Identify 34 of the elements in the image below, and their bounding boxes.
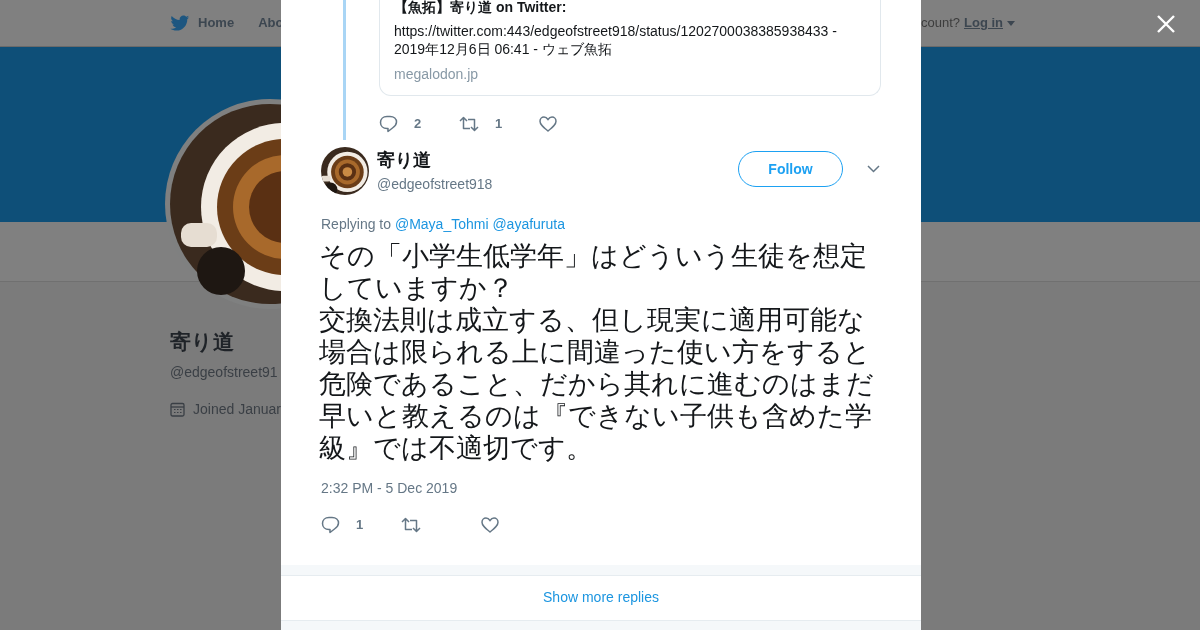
retweet-icon[interactable]: [459, 115, 479, 132]
caret-icon: [1007, 20, 1015, 26]
chevron-down-icon[interactable]: [867, 165, 880, 173]
card-domain: megalodon.jp: [394, 65, 480, 84]
mention-link[interactable]: @Maya_Tohmi: [394, 216, 489, 232]
link-card[interactable]: 【魚拓】寄り道 on Twitter: https://twitter.com:443/edgeofstreet918/status/1202700038385938433 - 2019年12月6日 06:41 - ウェブ魚拓 megalodon.jp: [379, 0, 881, 96]
nav-link[interactable]: Home: [170, 13, 235, 33]
user-name[interactable]: 寄り道: [377, 147, 493, 174]
joined-date: Joined Januar: [193, 399, 281, 419]
retweet-icon[interactable]: [401, 516, 421, 533]
heart-icon[interactable]: [481, 516, 499, 533]
mention-link[interactable]: @ayafuruta: [492, 216, 565, 232]
action-count: 1: [356, 516, 364, 534]
action-count: 2: [414, 115, 422, 133]
card-description: https://twitter.com:443/edgeofstreet918/status/1202700038385938433 - 2019年12月6日 06:41 - ウェブ魚拓: [394, 22, 838, 58]
reply-icon[interactable]: [321, 515, 340, 534]
login-link[interactable]: Log in: [964, 13, 1015, 33]
close-icon[interactable]: [1156, 14, 1176, 34]
profile-name: 寄り道: [170, 329, 234, 355]
tweet-text: その「小学生低学年」はどういう生徒を想定していますか？: [319, 240, 868, 304]
tweet-text: 交換法則は成立する、但し現実に適用可能な場合は限られる上に間違った使い方をすると危険であること、だから其れに進むのはまだ早いと教えるのは『できない子供も含めた学級』では不適切です。: [319, 304, 875, 464]
show-more-replies-button[interactable]: Show more replies: [281, 574, 921, 621]
bird-icon: [170, 14, 190, 32]
account-prompt: count?: [920, 14, 960, 33]
profile-handle: @edgeofstreet91: [170, 362, 278, 382]
calendar-icon: [170, 401, 185, 417]
heart-icon[interactable]: [539, 115, 557, 132]
follow-button[interactable]: Follow: [738, 151, 843, 187]
action-count: 1: [495, 115, 503, 133]
tweet-timestamp[interactable]: 2:32 PM - 5 Dec 2019: [321, 478, 881, 499]
user-handle[interactable]: @edgeofstreet918: [377, 174, 493, 195]
reply-icon[interactable]: [379, 114, 398, 133]
replying-to: Replying to @Maya_Tohmi @ayafuruta: [321, 215, 566, 234]
card-title: 【魚拓】寄り道 on Twitter:: [394, 0, 568, 17]
